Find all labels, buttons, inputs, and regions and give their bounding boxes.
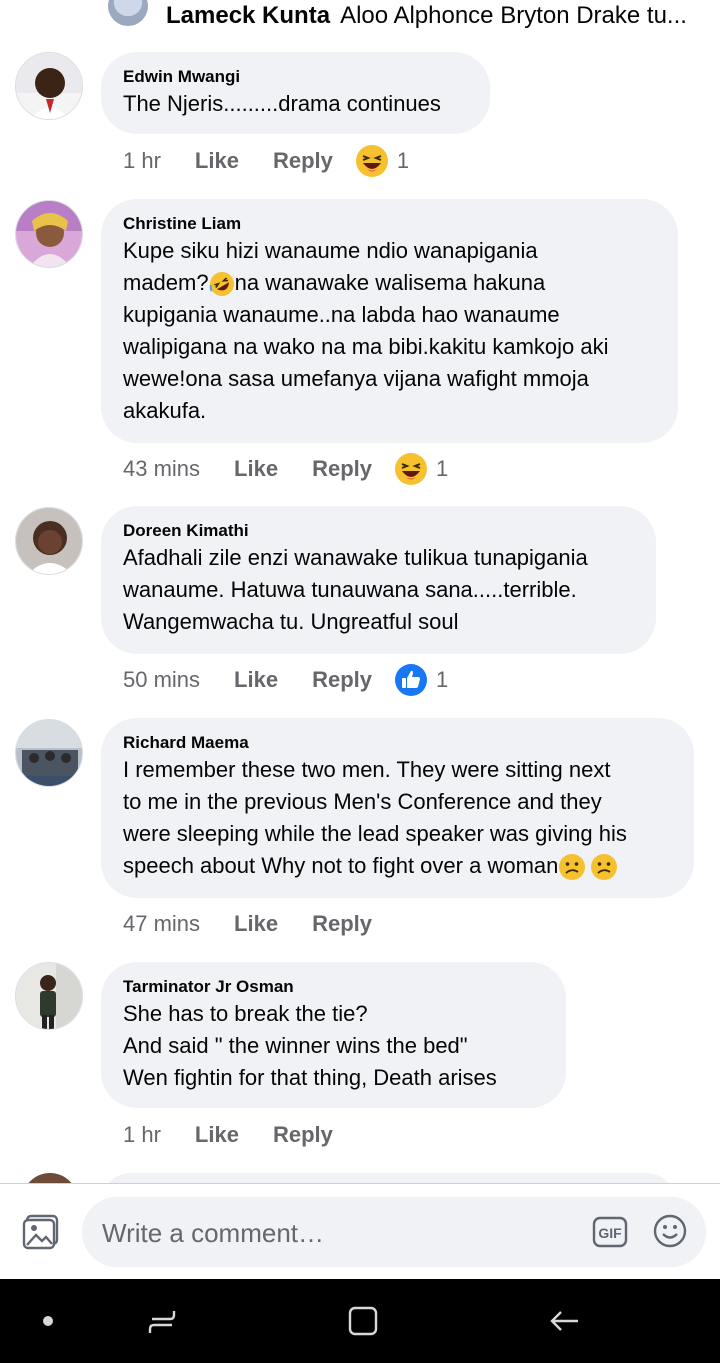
- avatar[interactable]: [22, 1173, 78, 1183]
- back-button[interactable]: [524, 1279, 604, 1363]
- system-nav-bar: [0, 1279, 720, 1363]
- comment-actions: 43 mins Like Reply 1: [123, 449, 448, 489]
- comment-text: I remember these two men. They were sitt…: [123, 754, 672, 882]
- reaction-summary[interactable]: 1: [355, 144, 409, 178]
- gif-icon: GIF: [592, 1216, 628, 1248]
- comment-bubble[interactable]: Christine Liam Kupe siku hizi wanaume nd…: [101, 199, 678, 443]
- comment-author[interactable]: Doreen Kimathi: [123, 520, 634, 542]
- comment-composer: GIF: [0, 1183, 720, 1280]
- comment-time[interactable]: 47 mins: [123, 911, 200, 937]
- comment-input-container[interactable]: GIF: [82, 1197, 706, 1269]
- comment-actions: 47 mins Like Reply: [123, 904, 406, 944]
- recent-apps-button[interactable]: [122, 1279, 202, 1363]
- comment-actions: 1 hr Like Reply 1: [123, 141, 409, 181]
- comment-text-part: I remember these two men. They were sitt…: [123, 757, 627, 878]
- confused-emoji-icon: [559, 854, 586, 881]
- comment-author[interactable]: Edwin Mwangi: [123, 66, 468, 88]
- comment-time[interactable]: 43 mins: [123, 456, 200, 482]
- dot-icon: [43, 1316, 53, 1326]
- reply-snippet: Aloo Alphonce Bryton Drake tu...: [340, 2, 687, 29]
- reaction-summary[interactable]: 1: [394, 663, 448, 697]
- reaction-count: 1: [396, 148, 410, 173]
- comment-text: She has to break the tie? And said " the…: [123, 1001, 497, 1090]
- comment-time[interactable]: 50 mins: [123, 667, 200, 693]
- avatar[interactable]: [15, 507, 83, 575]
- next-comment-peek: [0, 1170, 720, 1183]
- reply-button[interactable]: Reply: [312, 456, 372, 482]
- comment-actions: 1 hr Like Reply: [123, 1115, 367, 1155]
- gif-button[interactable]: GIF: [592, 1216, 628, 1253]
- haha-icon: [395, 453, 427, 485]
- home-button[interactable]: [323, 1279, 403, 1363]
- comment-bubble[interactable]: Tarminator Jr Osman She has to break the…: [101, 962, 566, 1108]
- comment-author[interactable]: Richard Maema: [123, 732, 672, 754]
- avatar[interactable]: [15, 52, 83, 120]
- reply-button[interactable]: Reply: [312, 667, 372, 693]
- photo-button[interactable]: [22, 1214, 60, 1255]
- reply-button[interactable]: Reply: [273, 1122, 333, 1148]
- like-button[interactable]: Like: [234, 911, 278, 937]
- home-icon: [348, 1306, 378, 1336]
- svg-text:GIF: GIF: [598, 1225, 622, 1241]
- nav-dot-button[interactable]: [8, 1279, 88, 1363]
- avatar[interactable]: [15, 200, 83, 268]
- like-button[interactable]: Like: [234, 667, 278, 693]
- recent-apps-icon: [148, 1311, 176, 1333]
- confused-emoji-icon: [591, 854, 618, 881]
- reply-author: Lameck Kunta: [166, 2, 331, 29]
- reply-button[interactable]: Reply: [273, 148, 333, 174]
- like-reaction-icon: [395, 664, 427, 696]
- comment-text: Afadhali zile enzi wanawake tulikua tuna…: [123, 545, 588, 634]
- comment-bubble[interactable]: Richard Maema I remember these two men. …: [101, 718, 694, 898]
- comment-bubble[interactable]: [101, 1173, 676, 1183]
- comment-time[interactable]: 1 hr: [123, 1122, 161, 1148]
- avatar[interactable]: [108, 0, 148, 26]
- reaction-count: 1: [436, 667, 449, 692]
- emoji-button[interactable]: [652, 1213, 688, 1254]
- partial-reply-row: Lameck Kunta Aloo Alphonce Bryton Drake t…: [0, 0, 720, 34]
- back-icon: [550, 1311, 578, 1331]
- comment-input[interactable]: [100, 1197, 574, 1269]
- reaction-summary[interactable]: 1: [394, 452, 448, 486]
- comment-bubble[interactable]: Doreen Kimathi Afadhali zile enzi wanawa…: [101, 506, 656, 654]
- smiley-icon: [653, 1214, 687, 1248]
- comment-author[interactable]: Christine Liam: [123, 213, 656, 235]
- partial-reply-text[interactable]: Lameck Kunta Aloo Alphonce Bryton Drake t…: [166, 2, 687, 30]
- like-button[interactable]: Like: [234, 456, 278, 482]
- comment-text: Kupe siku hizi wanaume ndio wanapigania …: [123, 235, 656, 427]
- comment-time[interactable]: 1 hr: [123, 148, 161, 174]
- haha-icon: [355, 145, 388, 177]
- like-button[interactable]: Like: [195, 148, 239, 174]
- avatar[interactable]: [15, 962, 83, 1030]
- like-button[interactable]: Like: [195, 1122, 239, 1148]
- avatar[interactable]: [15, 719, 83, 787]
- reply-button[interactable]: Reply: [312, 911, 372, 937]
- comment-text: The Njeris.........drama continues: [123, 91, 441, 116]
- photo-icon: [22, 1214, 59, 1250]
- comment-bubble[interactable]: Edwin Mwangi The Njeris.........drama co…: [101, 52, 490, 134]
- rofl-emoji-icon: [209, 272, 234, 297]
- comment-author[interactable]: Tarminator Jr Osman: [123, 976, 544, 998]
- reaction-count: 1: [436, 456, 449, 481]
- comment-actions: 50 mins Like Reply 1: [123, 660, 448, 700]
